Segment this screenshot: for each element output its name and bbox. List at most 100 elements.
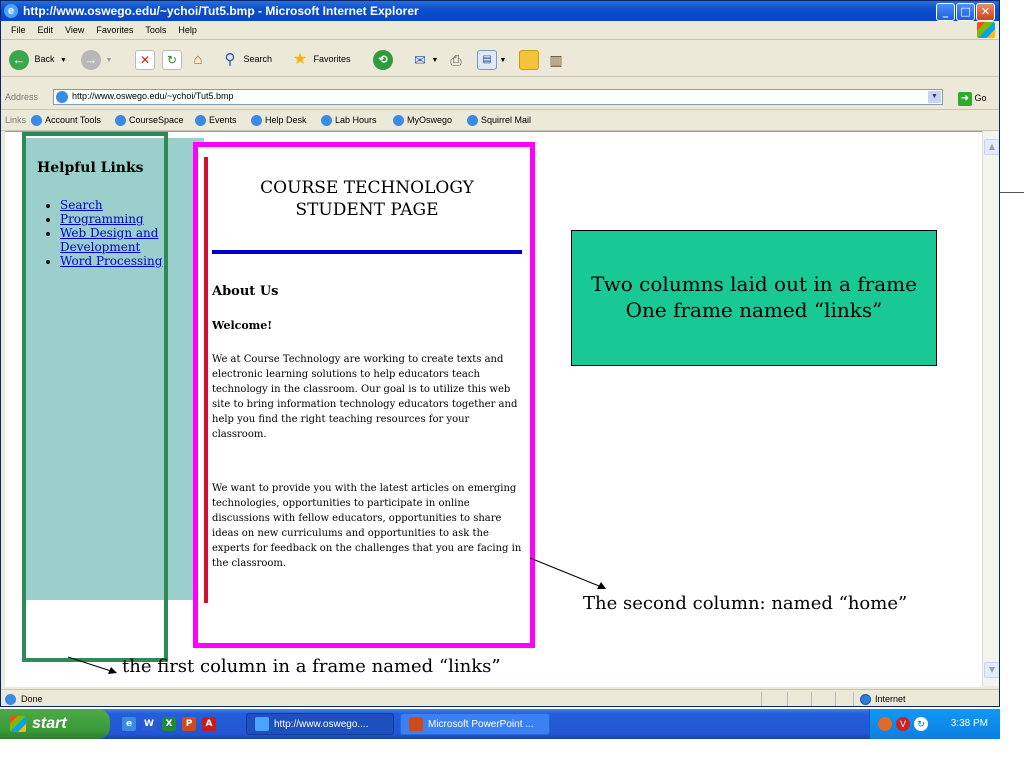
link-lab-hours[interactable]: Lab Hours: [321, 110, 377, 130]
page-icon: [115, 115, 126, 127]
link-label: Help Desk: [265, 115, 307, 125]
status-bar: Done Internet: [1, 689, 999, 706]
home-frame-outline: COURSE TECHNOLOGY STUDENT PAGE About Us …: [193, 142, 535, 648]
page-icon: [467, 115, 478, 127]
research-book-icon: ▥: [549, 51, 563, 68]
address-label: Address: [5, 92, 39, 102]
refresh-button[interactable]: ↻: [162, 48, 182, 70]
search-label: Search: [243, 54, 273, 64]
stop-button[interactable]: ✕: [135, 48, 155, 70]
red-side-bar: [204, 157, 208, 603]
close-button[interactable]: ✕: [976, 3, 995, 21]
go-label: Go: [974, 93, 987, 103]
powerpoint-icon[interactable]: P: [182, 717, 196, 731]
link-label: MyOswego: [407, 115, 453, 125]
start-button[interactable]: start: [0, 709, 110, 739]
ie-quicklaunch-icon[interactable]: e: [122, 717, 136, 731]
maximize-button[interactable]: □: [956, 3, 975, 21]
page-icon: [393, 115, 404, 127]
back-button[interactable]: ← Back ▼: [9, 48, 67, 70]
heading-line-1: COURSE TECHNOLOGY: [260, 178, 474, 198]
menu-edit[interactable]: Edit: [32, 21, 60, 39]
update-icon[interactable]: ↻: [914, 717, 928, 731]
second-column-caption: The second column: named “home”: [583, 593, 908, 614]
link-events[interactable]: Events: [195, 110, 237, 130]
home-button[interactable]: ⌂: [189, 48, 207, 70]
callout-line-2: One frame named “links”: [625, 298, 883, 322]
address-dropdown-icon[interactable]: ▼: [928, 91, 941, 103]
slide-line-right: [1000, 192, 1024, 193]
scroll-up-icon[interactable]: ▲: [984, 139, 999, 155]
window-title: http://www.oswego.edu/~ychoi/Tut5.bmp - …: [23, 4, 419, 18]
link-squirrel-mail[interactable]: Squirrel Mail: [467, 110, 531, 130]
start-label: start: [32, 715, 67, 732]
stop-icon: ✕: [135, 49, 155, 70]
search-button[interactable]: ⚲ Search: [221, 48, 273, 70]
task-powerpoint[interactable]: Microsoft PowerPoint ...: [400, 713, 550, 735]
print-icon: ⎙: [450, 51, 462, 68]
clock: 3:38 PM: [950, 718, 988, 729]
link-label: Events: [209, 115, 237, 125]
home-frame: COURSE TECHNOLOGY STUDENT PAGE About Us …: [198, 147, 530, 643]
page-icon: [195, 115, 206, 127]
go-button[interactable]: ➜ Go: [958, 90, 987, 106]
link-myoswego[interactable]: MyOswego: [393, 110, 452, 130]
security-zone-label: Internet: [875, 694, 906, 704]
task-internet-explorer[interactable]: http://www.oswego....: [246, 713, 394, 735]
forward-button[interactable]: → ▼: [81, 48, 112, 70]
menu-help[interactable]: Help: [172, 21, 203, 39]
history-button[interactable]: ⟲: [373, 48, 393, 70]
edit-button[interactable]: ▤ ▼: [477, 48, 506, 70]
second-paragraph: We want to provide you with the latest a…: [212, 483, 522, 569]
back-label: Back: [34, 54, 55, 64]
menu-favorites[interactable]: Favorites: [90, 21, 139, 39]
system-tray: V ↻ 3:38 PM: [869, 709, 1000, 739]
welcome-heading: Welcome!: [212, 319, 273, 332]
task-label: Microsoft PowerPoint ...: [428, 719, 534, 730]
status-page-icon: [5, 694, 16, 705]
page-icon: [251, 115, 262, 127]
status-divider: [761, 692, 762, 706]
task-label: http://www.oswego....: [274, 719, 369, 730]
messenger-button[interactable]: [519, 48, 539, 70]
taskbar: start e W X P A http://www.oswego.... Mi…: [0, 709, 1000, 739]
back-arrow-icon: ←: [9, 49, 29, 70]
refresh-icon: ↻: [162, 49, 182, 70]
status-divider: [853, 692, 854, 706]
word-icon[interactable]: W: [142, 717, 156, 731]
search-icon: ⚲: [224, 50, 236, 68]
mail-button[interactable]: ✉ ▼: [411, 48, 438, 70]
acrobat-icon[interactable]: A: [202, 717, 216, 731]
link-label: Lab Hours: [335, 115, 377, 125]
frame-callout-box: Two columns laid out in a frame One fram…: [571, 230, 937, 366]
scroll-down-icon[interactable]: ▼: [984, 662, 999, 678]
print-button[interactable]: ⎙: [447, 48, 465, 70]
network-icon[interactable]: [878, 717, 892, 731]
link-account-tools[interactable]: Account Tools: [31, 110, 101, 130]
research-button[interactable]: ▥: [547, 48, 565, 70]
vertical-scrollbar[interactable]: ▲ ▼: [982, 131, 999, 686]
favorites-button[interactable]: ★ Favorites: [291, 48, 351, 70]
link-help-desk[interactable]: Help Desk: [251, 110, 307, 130]
shield-icon[interactable]: V: [896, 717, 910, 731]
link-coursespace[interactable]: CourseSpace: [115, 110, 184, 130]
mail-dropdown-icon: ▼: [431, 57, 439, 64]
ie-icon: [255, 717, 269, 732]
menu-tools[interactable]: Tools: [139, 21, 172, 39]
address-url: http://www.oswego.edu/~ychoi/Tut5.bmp: [72, 91, 234, 101]
minimize-button[interactable]: _: [936, 3, 955, 21]
menu-view[interactable]: View: [59, 21, 90, 39]
excel-icon[interactable]: X: [162, 717, 176, 731]
menu-file[interactable]: File: [5, 21, 32, 39]
callout-line-1: Two columns laid out in a frame: [591, 272, 917, 296]
first-column-caption: the first column in a frame named “links…: [122, 656, 501, 677]
status-divider: [811, 692, 812, 706]
links-bar: Links Account Tools CourseSpace Events H…: [1, 110, 999, 131]
address-input[interactable]: http://www.oswego.edu/~ychoi/Tut5.bmp ▼: [53, 89, 943, 105]
edit-dropdown-icon: ▼: [499, 57, 507, 64]
status-divider: [835, 692, 836, 706]
history-icon: ⟲: [373, 49, 393, 70]
go-arrow-icon: ➜: [958, 91, 972, 106]
windows-logo-icon: [10, 716, 26, 732]
folder-icon: [519, 49, 539, 70]
